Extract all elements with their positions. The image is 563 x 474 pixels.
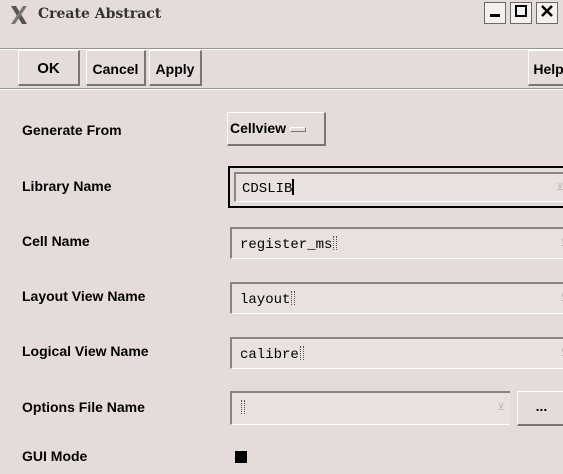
minimize-button[interactable]: [484, 2, 506, 24]
library-name-input[interactable]: CDSLIB ⊻: [234, 172, 563, 202]
create-abstract-window: Create Abstract OK Cancel Apply Help Gen…: [0, 0, 563, 474]
text-caret-icon: [241, 400, 245, 414]
layout-view-name-value: layout: [240, 292, 291, 308]
ok-button[interactable]: OK: [18, 50, 80, 86]
library-name-field[interactable]: CDSLIB ⊻: [228, 166, 563, 208]
field-scroll-icon[interactable]: ⊻: [555, 345, 563, 362]
cell-name-field[interactable]: register_ms ⊻: [230, 227, 563, 259]
title-separator: [0, 48, 563, 50]
window-title: Create Abstract: [38, 6, 162, 22]
gui-mode-label: GUI Mode: [22, 448, 88, 464]
options-file-name-field[interactable]: ⊻: [230, 391, 510, 425]
library-name-value: CDSLIB: [242, 181, 293, 197]
cyclic-indicator-icon: [290, 126, 307, 132]
logical-view-name-value: calibre: [240, 347, 299, 363]
cell-name-label: Cell Name: [22, 233, 90, 249]
text-caret-icon: [291, 291, 296, 305]
close-button[interactable]: [536, 2, 558, 24]
x-window-icon: [8, 4, 30, 26]
cancel-button[interactable]: Cancel: [86, 50, 146, 86]
library-name-label: Library Name: [22, 178, 112, 194]
field-scroll-icon[interactable]: ⊻: [551, 179, 563, 196]
minimize-icon: [488, 4, 502, 23]
text-cursor-icon: [292, 179, 295, 195]
logical-view-name-field[interactable]: calibre ⊻: [230, 337, 563, 369]
maximize-button[interactable]: [510, 2, 532, 24]
field-scroll-icon[interactable]: ⊻: [555, 290, 563, 307]
text-caret-icon: [333, 236, 338, 250]
layout-view-name-field[interactable]: layout ⊻: [230, 282, 563, 314]
title-bar[interactable]: Create Abstract: [0, 0, 563, 46]
cell-name-value: register_ms: [240, 237, 333, 253]
options-file-name-label: Options File Name: [22, 399, 145, 415]
browse-button[interactable]: ...: [517, 391, 563, 426]
maximize-icon: [514, 4, 528, 23]
layout-view-name-label: Layout View Name: [22, 288, 146, 304]
apply-button[interactable]: Apply: [149, 50, 202, 86]
field-scroll-icon[interactable]: ⊻: [555, 235, 563, 252]
generate-from-label: Generate From: [22, 122, 122, 138]
generate-from-value: Cellview: [230, 120, 287, 136]
field-scroll-icon[interactable]: ⊻: [492, 399, 510, 416]
toolbar-separator: [0, 88, 563, 90]
gui-mode-toggle[interactable]: [235, 451, 247, 463]
generate-from-cyclic-field[interactable]: Cellview: [227, 112, 326, 146]
text-caret-icon: [299, 346, 304, 360]
close-icon: [540, 4, 554, 23]
logical-view-name-label: Logical View Name: [22, 343, 149, 359]
help-button[interactable]: Help: [528, 50, 563, 86]
